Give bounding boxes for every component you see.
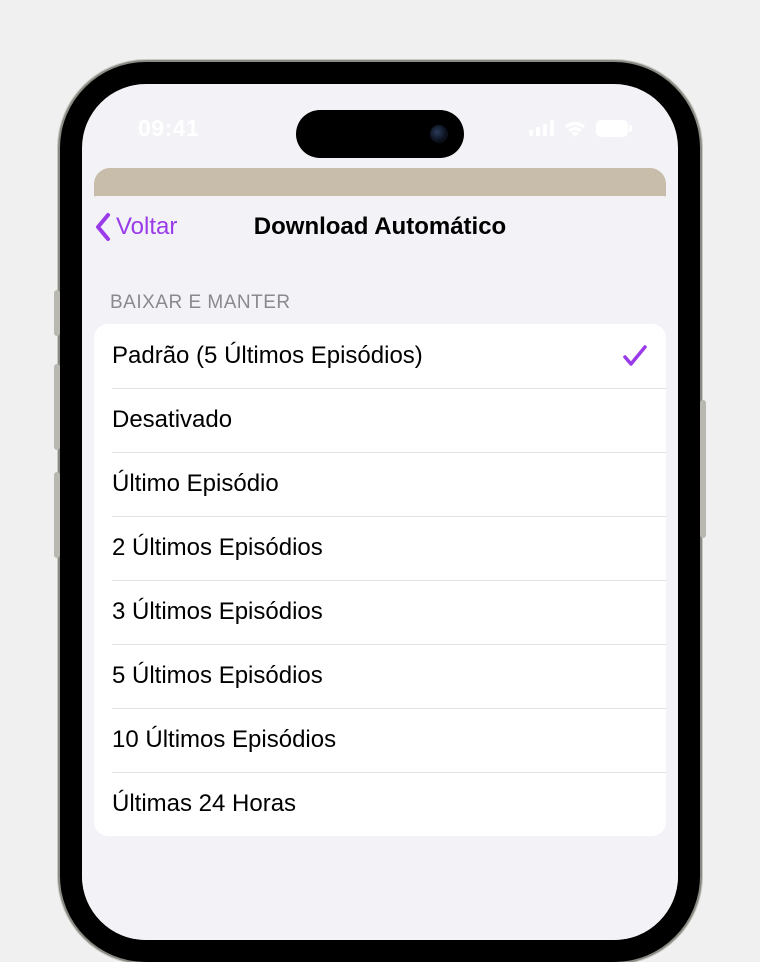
front-camera xyxy=(430,125,448,143)
settings-sheet: Voltar Download Automático BAIXAR E MANT… xyxy=(82,196,678,940)
option-row-last-24h[interactable]: Últimas 24 Horas xyxy=(94,772,666,836)
option-row-off[interactable]: Desativado xyxy=(94,388,666,452)
status-time: 09:41 xyxy=(138,115,199,142)
side-button-volume-up xyxy=(54,364,60,450)
status-indicators xyxy=(529,120,632,137)
option-label: Último Episódio xyxy=(112,470,279,498)
wifi-icon xyxy=(563,120,587,137)
page-title: Download Automático xyxy=(254,213,506,241)
option-label: Padrão (5 Últimos Episódios) xyxy=(112,342,423,370)
phone-bezel: 09:41 xyxy=(66,68,694,956)
option-label: 2 Últimos Episódios xyxy=(112,534,323,562)
option-row-last-2[interactable]: 2 Últimos Episódios xyxy=(94,516,666,580)
battery-icon xyxy=(596,120,632,137)
navigation-bar: Voltar Download Automático xyxy=(82,196,678,258)
option-label: 3 Últimos Episódios xyxy=(112,598,323,626)
option-row-last-episode[interactable]: Último Episódio xyxy=(94,452,666,516)
cellular-icon xyxy=(529,120,554,136)
options-list: Padrão (5 Últimos Episódios) Desativado … xyxy=(94,324,666,836)
option-row-last-3[interactable]: 3 Últimos Episódios xyxy=(94,580,666,644)
chevron-left-icon xyxy=(94,212,112,242)
dynamic-island xyxy=(296,110,464,158)
phone-frame: 09:41 xyxy=(60,62,700,962)
section-header: BAIXAR E MANTER xyxy=(82,258,678,324)
option-row-default[interactable]: Padrão (5 Últimos Episódios) xyxy=(94,324,666,388)
back-label: Voltar xyxy=(116,213,177,241)
side-button-power xyxy=(700,400,706,538)
option-row-last-10[interactable]: 10 Últimos Episódios xyxy=(94,708,666,772)
side-button-silent xyxy=(54,290,60,336)
option-label: Últimas 24 Horas xyxy=(112,790,296,818)
option-row-last-5[interactable]: 5 Últimos Episódios xyxy=(94,644,666,708)
checkmark-icon xyxy=(622,344,648,368)
screen: 09:41 xyxy=(82,84,678,940)
option-label: 10 Últimos Episódios xyxy=(112,726,336,754)
option-label: Desativado xyxy=(112,406,232,434)
side-button-volume-down xyxy=(54,472,60,558)
back-button[interactable]: Voltar xyxy=(94,212,177,242)
option-label: 5 Últimos Episódios xyxy=(112,662,323,690)
